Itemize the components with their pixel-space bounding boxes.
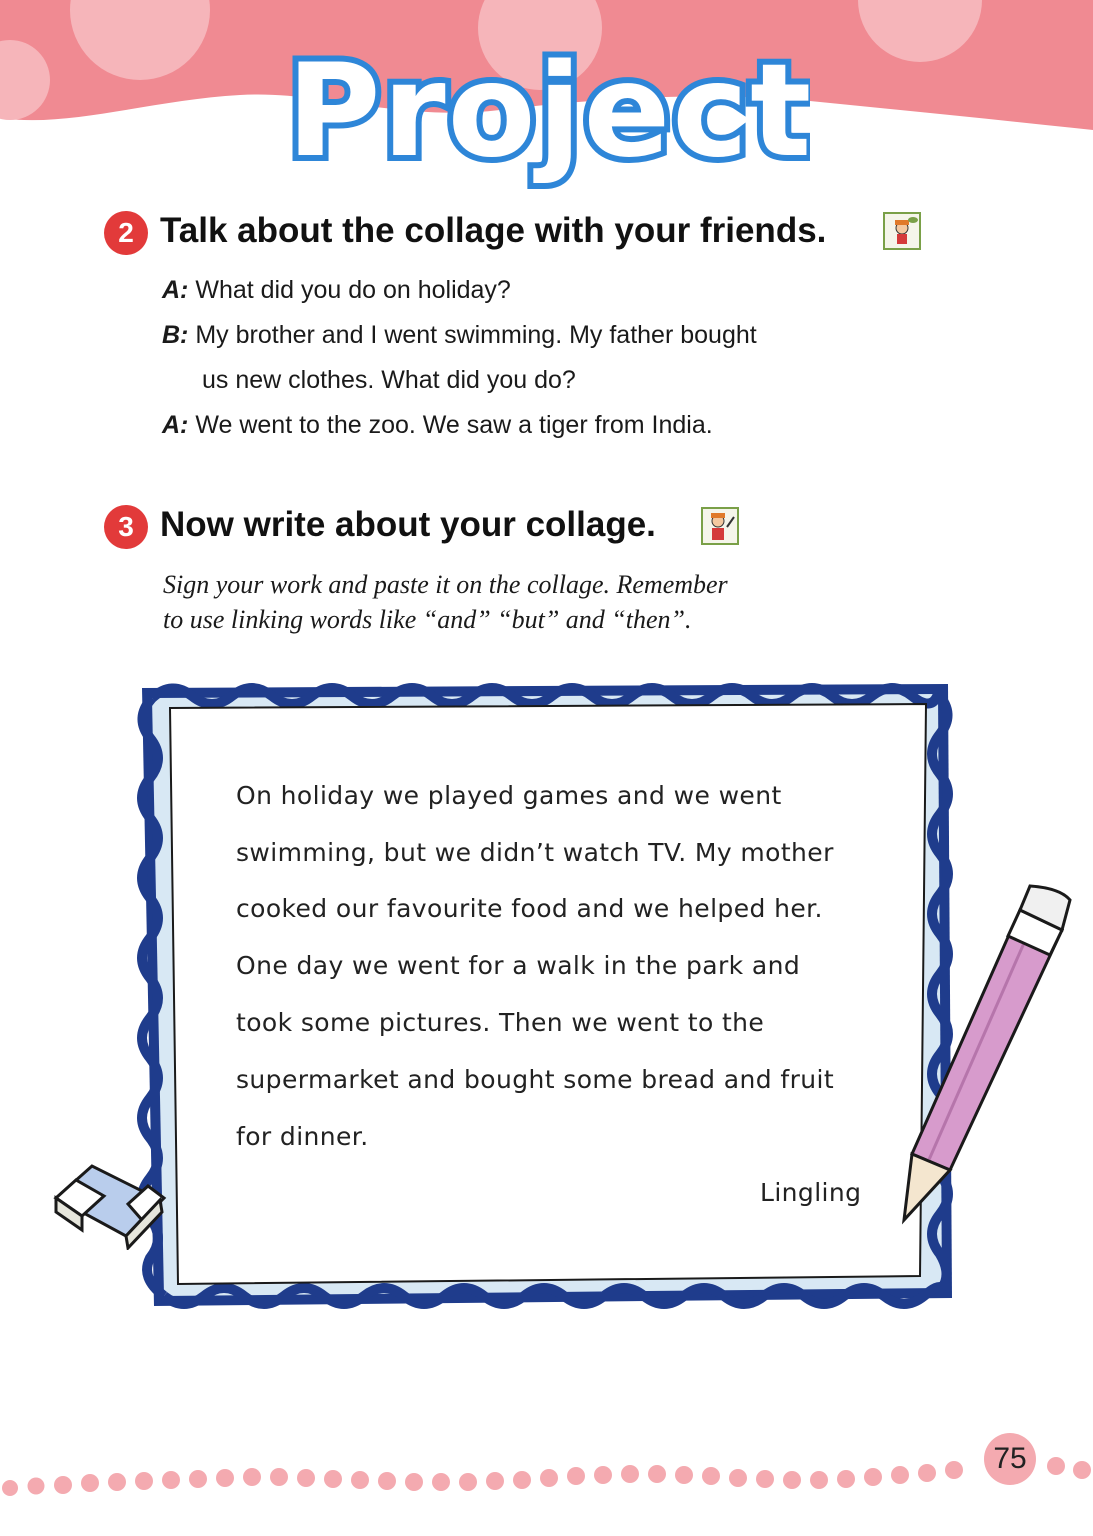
signature: Lingling <box>760 1178 862 1207</box>
card-line-5: took some pictures. Then we went to the <box>236 1008 765 1037</box>
dialogue-line-4: A: We went to the zoo. We saw a tiger fr… <box>162 411 713 439</box>
writing-boy-icon <box>701 507 739 545</box>
eraser-icon <box>53 1164 167 1250</box>
card-line-1: On holiday we played games and we went <box>236 781 782 810</box>
card-line-4: One day we went for a walk in the park a… <box>236 951 801 980</box>
section-3-number-badge: 3 <box>104 505 148 549</box>
writing-card-frame <box>137 683 953 1309</box>
page-title: Project <box>290 37 810 186</box>
section-3-heading: Now write about your collage. <box>160 505 656 544</box>
dialogue-line-3: us new clothes. What did you do? <box>202 366 576 394</box>
card-line-3: cooked our favourite food and we helped … <box>236 894 823 923</box>
footer-dot-border <box>2 1457 1091 1496</box>
dialogue-line-1: A: What did you do on holiday? <box>162 276 511 304</box>
section-2-number-badge: 2 <box>104 211 148 255</box>
project-title-art: Project <box>290 31 810 192</box>
card-line-7: for dinner. <box>236 1122 369 1151</box>
dialogue-line-2: B: My brother and I went swimming. My fa… <box>162 321 757 349</box>
talking-boy-icon <box>883 212 921 250</box>
page-number: 75 <box>984 1433 1036 1485</box>
instruction-line-2: to use linking words like “and” “but” an… <box>163 605 692 634</box>
instruction-line-1: Sign your work and paste it on the colla… <box>163 570 728 599</box>
section-2-heading: Talk about the collage with your friends… <box>160 211 827 250</box>
card-line-6: supermarket and bought some bread and fr… <box>236 1065 835 1094</box>
card-line-2: swimming, but we didn’t watch TV. My mot… <box>236 838 834 867</box>
pencil-icon <box>901 884 1072 1225</box>
